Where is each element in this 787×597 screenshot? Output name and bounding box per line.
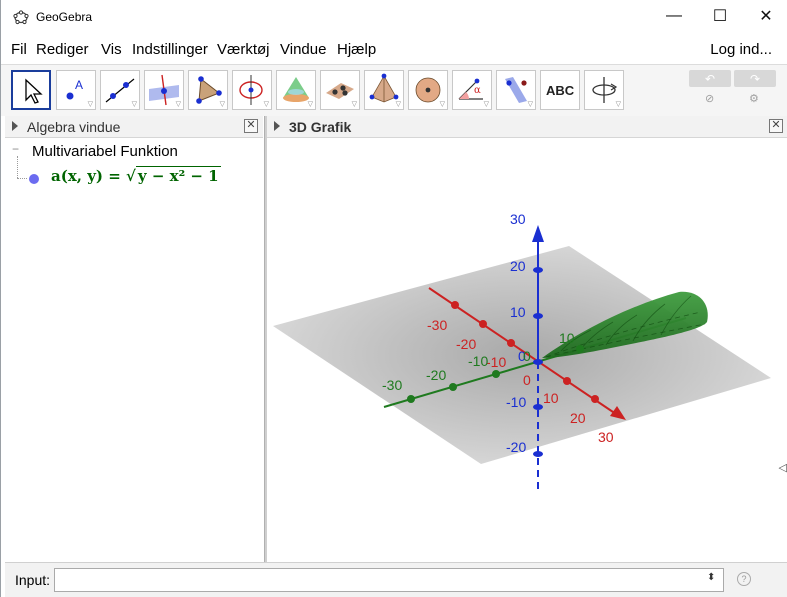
visibility-toggle[interactable]	[29, 174, 39, 184]
x-tick-label: 30	[598, 429, 614, 445]
radicand: y − x² − 1	[135, 166, 221, 185]
login-link[interactable]: Log ind...	[710, 41, 772, 58]
arrow-cursor-icon	[25, 78, 43, 104]
menu-vindue[interactable]: Vindue	[280, 41, 326, 58]
z-tick-mark	[533, 404, 543, 410]
y-tick-mark	[407, 395, 415, 403]
menu-hjaelp[interactable]: Hjælp	[337, 41, 376, 58]
x-tick-label: 10	[543, 390, 559, 406]
menu-indstillinger[interactable]: Indstillinger	[132, 41, 208, 58]
x-tick-mark	[479, 320, 487, 328]
redo-button[interactable]: ↷	[734, 70, 776, 87]
window-title: GeoGebra	[36, 10, 93, 24]
input-label: Input:	[15, 572, 51, 588]
collapse-category-icon[interactable]: −	[12, 143, 22, 155]
maximize-button[interactable]: ☐	[697, 0, 743, 32]
input-history-icon[interactable]: ⬍	[707, 572, 715, 583]
z-tick-mark	[533, 267, 543, 273]
x-tick-label: -10	[486, 354, 506, 370]
x-tick-label: 20	[570, 410, 586, 426]
menu-vaerktoej[interactable]: Værktøj	[217, 41, 270, 58]
algebra-view-header[interactable]: Algebra vindue ✕	[5, 116, 263, 138]
z-tick-label: 10	[510, 304, 526, 320]
text-icon: ABC	[546, 83, 575, 98]
algebra-view: − Multivariabel Funktion a(x, y) = √ y − …	[5, 139, 263, 562]
menu-vis[interactable]: Vis	[101, 41, 122, 58]
y-tick-label: -10	[468, 353, 488, 369]
minimize-button[interactable]: —	[651, 0, 697, 32]
geogebra-window: GeoGebra — ☐ ✕ Fil Rediger Vis Indstilli…	[0, 0, 787, 597]
y-tick-mark	[576, 345, 584, 353]
x-tick-label: -20	[456, 336, 476, 352]
object-name: a	[51, 167, 61, 185]
tree-connector	[17, 156, 18, 178]
point-tool-button[interactable]: A ▽	[56, 70, 96, 110]
z-tick-label: -20	[506, 439, 526, 455]
panel-toggle-icon[interactable]	[12, 121, 18, 131]
svg-text:α: α	[474, 85, 481, 96]
graphics-3d-header[interactable]: 3D Grafik ✕	[267, 116, 787, 138]
text-tool-label: ABC	[546, 83, 575, 98]
z-tick-label: -10	[506, 394, 526, 410]
menu-rediger[interactable]: Rediger	[36, 41, 89, 58]
x-tick-mark	[591, 395, 599, 403]
circle-tool-button[interactable]: ▽	[232, 70, 272, 110]
geogebra-logo-icon	[13, 10, 29, 25]
y-tick-label: -30	[382, 377, 402, 393]
x-tick-mark	[451, 301, 459, 309]
cone-tool-button[interactable]: ▽	[276, 70, 316, 110]
object-args: (x, y)	[60, 167, 104, 185]
tree-connector-h	[17, 178, 27, 179]
sphere-tool-button[interactable]: ▽	[408, 70, 448, 110]
close-panel-button[interactable]: ✕	[244, 119, 258, 133]
rotate-view-tool-button[interactable]: ▽	[584, 70, 624, 110]
x-tick-mark	[507, 339, 515, 347]
panel-toggle-icon[interactable]	[274, 121, 280, 131]
plane-tool-button[interactable]: ▽	[320, 70, 360, 110]
gear-icon[interactable]: ⚙	[749, 92, 759, 105]
close-button[interactable]: ✕	[743, 0, 787, 32]
help-icon[interactable]: ⊘	[705, 92, 714, 105]
menu-bar: Fil Rediger Vis Indstillinger Værktøj Vi…	[1, 38, 787, 62]
line-tool-button[interactable]: ▽	[100, 70, 140, 110]
input-field[interactable]	[54, 568, 724, 592]
svg-text:A: A	[75, 78, 83, 92]
move-tool-button[interactable]	[11, 70, 51, 110]
side-panel-toggle-icon[interactable]: ◁	[779, 461, 787, 474]
x-tick-label: 0	[523, 372, 531, 388]
toolbar: A ▽ ▽ ▽ ▽ ▽ ▽ ▽ ▽ ▽ α ▽ ▽ ABC ▽ ↶ ↷ ⊘ ⚙	[1, 64, 787, 116]
graphics-3d-title: 3D Grafik	[289, 119, 352, 135]
graphics-3d-view[interactable]: 30 20 10 0 -10 -20 -30 -20 -10 0 10 20 3…	[267, 139, 787, 562]
x-tick-label: -30	[427, 317, 447, 333]
z-tick-label: 20	[510, 258, 526, 274]
text-tool-button[interactable]: ABC	[540, 70, 580, 110]
title-bar: GeoGebra — ☐ ✕	[1, 0, 787, 34]
z-tick-mark	[533, 451, 543, 457]
input-bar: Input: ⬍ ?	[5, 562, 787, 597]
pyramid-tool-button[interactable]: ▽	[364, 70, 404, 110]
algebra-view-title: Algebra vindue	[27, 119, 121, 135]
y-tick-label: 10	[559, 330, 575, 346]
undo-button[interactable]: ↶	[689, 70, 731, 87]
polygon-tool-button[interactable]: ▽	[188, 70, 228, 110]
y-tick-label: -20	[426, 367, 446, 383]
input-help-icon[interactable]: ?	[737, 572, 751, 586]
perpendicular-line-tool-button[interactable]: ▽	[144, 70, 184, 110]
algebra-object-a[interactable]: a(x, y) = √ y − x² − 1	[51, 166, 221, 185]
origin-mark	[533, 359, 543, 365]
z-tick-mark	[533, 313, 543, 319]
close-panel-button[interactable]: ✕	[769, 119, 783, 133]
y-tick-label: 0	[523, 348, 531, 364]
y-tick-mark	[449, 383, 457, 391]
3d-scene[interactable]: 30 20 10 0 -10 -20 -30 -20 -10 0 10 20 3…	[267, 139, 787, 562]
reflect-tool-button[interactable]: ▽	[496, 70, 536, 110]
angle-tool-button[interactable]: α ▽	[452, 70, 492, 110]
z-axis-arrow	[532, 225, 544, 242]
y-tick-mark	[492, 370, 500, 378]
category-label: Multivariabel Funktion	[32, 143, 178, 160]
x-tick-mark	[563, 377, 571, 385]
z-tick-label: 30	[510, 211, 526, 227]
menu-fil[interactable]: Fil	[11, 41, 27, 58]
